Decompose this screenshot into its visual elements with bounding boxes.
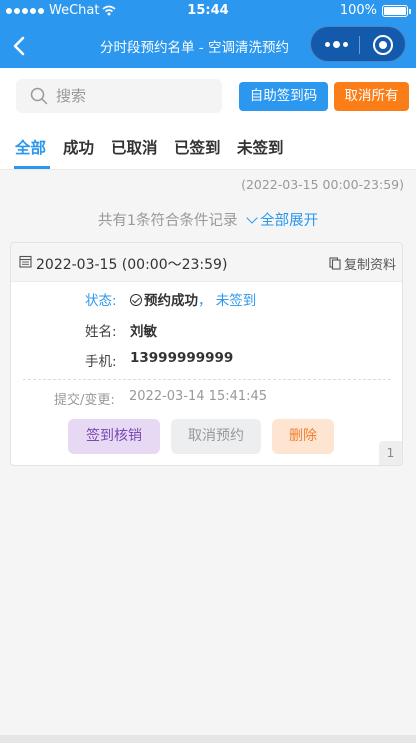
expand-all-label: 全部展开 <box>260 213 319 229</box>
status-label: 状态: <box>85 293 117 309</box>
calendar-icon <box>19 255 32 268</box>
card-header: 2022-03-15 (00:00～23:59) 复制资料 <box>11 243 402 282</box>
status-value: 预约成功， 未签到 <box>130 289 256 309</box>
tab-not-checked-in[interactable]: 未签到 <box>237 136 284 158</box>
bottom-edge <box>0 735 416 743</box>
search-toolbar: 自助签到码 取消所有 <box>0 68 416 126</box>
copy-icon <box>329 257 341 270</box>
tab-cancelled[interactable]: 已取消 <box>111 136 158 158</box>
record-count-text: 共有1条符合条件记录 <box>97 213 238 229</box>
search-box[interactable] <box>16 79 222 113</box>
result-summary: 共有1条符合条件记录 全部展开 <box>0 209 416 230</box>
copy-info-button[interactable]: 复制资料 <box>329 254 396 273</box>
delete-button[interactable]: 删除 <box>272 419 334 454</box>
navigation-bar: 分时段预约名单 - 空调清洗预约 <box>0 22 416 68</box>
tab-success[interactable]: 成功 <box>63 136 94 158</box>
name-value: 刘敏 <box>130 324 157 340</box>
submit-time: 2022-03-14 15:41:45 <box>129 389 268 404</box>
capsule-divider <box>359 36 360 54</box>
reservation-status: 预约成功 <box>144 293 198 309</box>
phone-label: 手机: <box>85 354 117 370</box>
page-title: 分时段预约名单 - 空调清洗预约 <box>100 40 289 56</box>
close-mini-program-icon[interactable] <box>373 35 393 55</box>
tab-checked-in[interactable]: 已签到 <box>174 136 221 158</box>
tab-all[interactable]: 全部 <box>15 136 46 158</box>
search-input[interactable] <box>56 85 211 107</box>
self-checkin-code-button[interactable]: 自助签到码 <box>239 82 328 111</box>
time-range-text: (2022-03-15 00:00-23:59) <box>241 177 404 192</box>
back-arrow-icon[interactable] <box>6 32 34 60</box>
status-bar: WeChat 15:44 100% <box>0 0 416 22</box>
cancel-reservation-button[interactable]: 取消预约 <box>171 419 261 454</box>
chevron-down-icon <box>246 212 258 224</box>
active-tab-indicator <box>14 166 50 169</box>
dashed-divider <box>23 379 391 380</box>
filter-tabs: 全部 成功 已取消 已签到 未签到 <box>0 126 416 170</box>
name-label: 姓名: <box>85 324 117 340</box>
battery-percent: 100% <box>339 3 377 18</box>
checkin-verify-button[interactable]: 签到核销 <box>68 419 160 454</box>
record-index-badge: 1 <box>379 441 402 465</box>
more-icon[interactable] <box>325 41 348 48</box>
reservation-card: 2022-03-15 (00:00～23:59) 复制资料 状态: 预约成功， … <box>10 242 403 466</box>
check-circle-icon <box>130 294 142 306</box>
mini-program-capsule <box>310 26 406 62</box>
search-icon <box>30 87 48 105</box>
phone-value: 13999999999 <box>130 350 234 366</box>
submit-label: 提交/变更: <box>54 393 115 408</box>
checkin-status: 未签到 <box>215 293 257 309</box>
reservation-date: 2022-03-15 (00:00～23:59) <box>36 257 228 273</box>
cancel-all-button[interactable]: 取消所有 <box>334 82 409 111</box>
battery-icon <box>382 4 411 17</box>
copy-info-label: 复制资料 <box>343 258 396 273</box>
expand-all-link[interactable]: 全部展开 <box>242 212 319 229</box>
status-separator: ， <box>198 293 212 309</box>
status-bar-right: 100% <box>339 3 411 18</box>
